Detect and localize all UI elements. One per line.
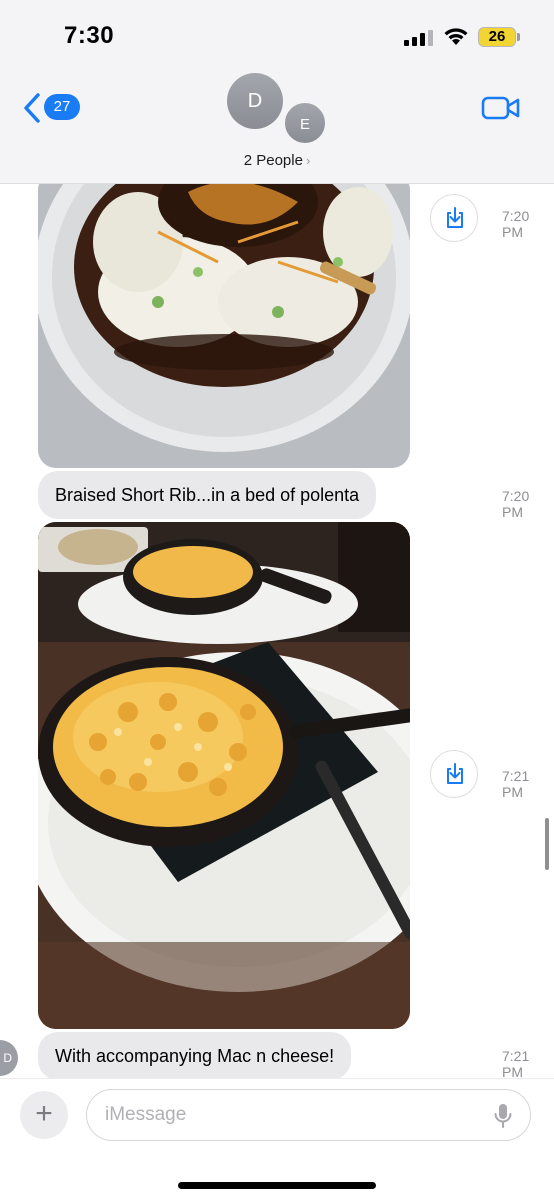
scrollbar[interactable] <box>545 818 549 870</box>
food-photo-short-rib-icon <box>38 184 410 468</box>
avatar[interactable]: D <box>227 73 283 129</box>
save-photo-button[interactable] <box>430 194 478 242</box>
avatar[interactable]: E <box>283 101 327 145</box>
message-timestamp: 7:20 PM <box>502 208 530 240</box>
status-bar: 7:30 26 <box>0 0 554 62</box>
chevron-right-icon: › <box>305 153 311 168</box>
download-icon <box>447 763 463 784</box>
status-time: 7:30 <box>64 22 115 49</box>
message-input-placeholder: iMessage <box>105 1104 187 1125</box>
message-timestamp: 7:21 PM <box>502 768 530 800</box>
battery-icon: 26 <box>478 27 516 47</box>
save-photo-button[interactable] <box>430 750 478 798</box>
message-timestamp: 7:20 PM <box>502 488 530 520</box>
compose-bar: + iMessage <box>0 1078 554 1200</box>
conversation-title[interactable]: 2 People › <box>0 152 554 169</box>
message-timestamp: 7:21 PM <box>502 1048 530 1078</box>
download-icon <box>447 207 463 228</box>
unread-count-badge: 27 <box>44 94 80 120</box>
home-indicator[interactable] <box>178 1182 376 1189</box>
conversation-title-label: 2 People <box>243 152 303 169</box>
message-input[interactable]: iMessage <box>86 1089 531 1141</box>
message-photo[interactable] <box>38 522 410 1029</box>
battery-cap <box>517 33 520 41</box>
apps-plus-button[interactable]: + <box>20 1091 68 1139</box>
back-button[interactable]: 27 <box>22 90 84 126</box>
message-bubble[interactable]: With accompanying Mac n cheese! <box>38 1032 352 1078</box>
microphone-icon[interactable] <box>493 1103 513 1129</box>
conversation-header: 27 D E 2 People › <box>0 62 554 184</box>
cellular-signal-icon <box>404 30 433 46</box>
food-photo-mac-cheese-icon <box>38 522 410 1029</box>
chevron-left-icon <box>24 93 40 123</box>
message-bubble[interactable]: Braised Short Rib...in a bed of polenta <box>38 471 377 519</box>
facetime-video-button[interactable] <box>481 94 521 122</box>
message-photo[interactable] <box>38 184 410 468</box>
wifi-icon <box>444 28 468 45</box>
message-list[interactable]: 7:20 PM Braised Short Rib...in a bed of … <box>0 184 554 1078</box>
sender-avatar[interactable]: D <box>0 1040 18 1076</box>
